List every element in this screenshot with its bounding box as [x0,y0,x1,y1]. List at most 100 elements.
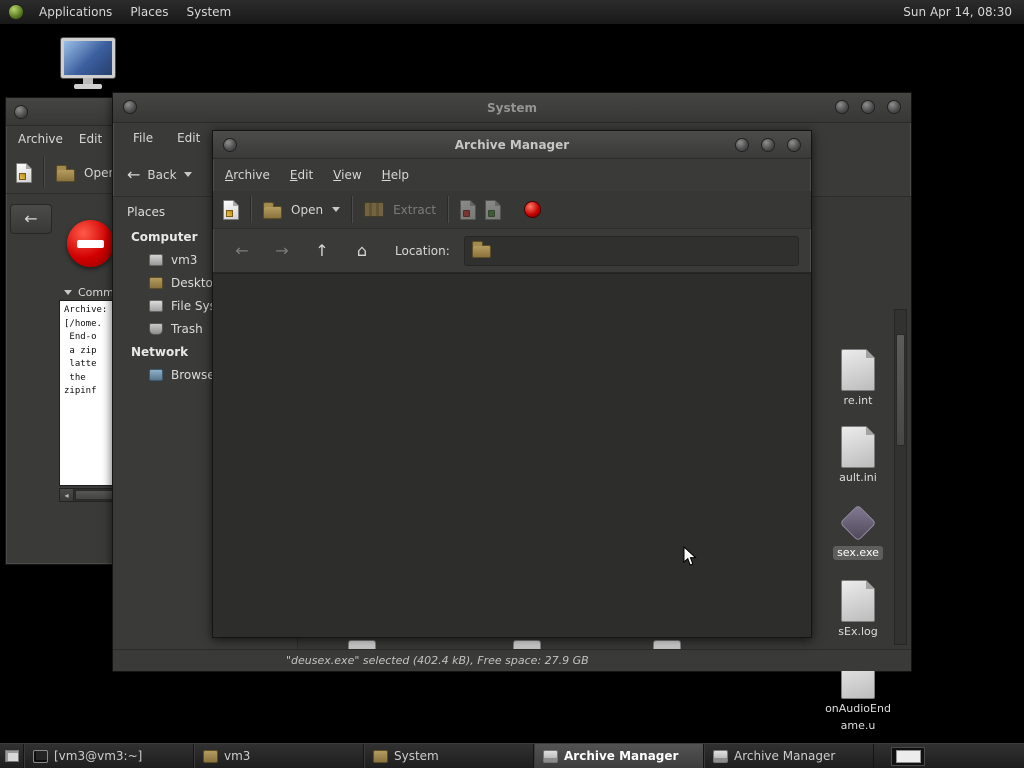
mouse-cursor [683,545,697,570]
partial-file-icon [513,640,541,649]
archive-manager-window: Archive Manager Archive Edit View Help O… [212,130,812,638]
location-bar: ← → ↑ ⌂ Location: [213,229,811,273]
open-button-label[interactable]: Open [291,203,323,217]
drive-icon [149,299,163,312]
add-folder-icon[interactable] [485,199,502,220]
menu-archive[interactable]: Archive [225,168,270,182]
file-item[interactable]: sEx.log [810,578,906,655]
menu-view[interactable]: View [333,168,361,182]
group-label: Network [131,344,189,359]
show-desktop-button[interactable] [0,744,24,768]
partial-file-icon [653,640,681,649]
window-title: Archive Manager [454,137,570,152]
sidebar-item-label: vm3 [171,252,198,267]
taskbar-item-archive-manager-active[interactable]: Archive Manager [534,744,704,768]
folder-icon [373,749,388,763]
new-archive-icon[interactable] [16,162,32,183]
top-panel: Applications Places System Sun Apr 14, 0… [0,0,1024,25]
archive-file-list-area[interactable] [213,273,811,637]
archive-manager-icon [543,749,558,763]
taskbar-item-terminal[interactable]: [vm3@vm3:~] [24,744,194,768]
back-nav-button[interactable]: ← [10,204,52,234]
menu-edit[interactable]: Edit [290,168,313,182]
forward-button[interactable]: → [265,236,299,266]
menu-edit[interactable]: Edit [79,132,102,146]
new-archive-icon[interactable] [223,199,239,220]
scroll-left-icon[interactable]: ◂ [60,489,74,501]
file-name: sEx.log [838,625,878,638]
add-files-icon[interactable] [460,199,477,220]
terminal-icon [33,749,48,763]
open-recent-caret-icon[interactable] [332,207,341,212]
error-stop-icon [67,220,114,267]
close-button[interactable] [787,138,801,152]
command-output-expander[interactable]: Comm [64,286,114,299]
menu-system[interactable]: System [177,0,240,25]
document-icon [841,426,875,468]
monitor-base [74,84,102,89]
vertical-scrollbar[interactable] [894,309,907,645]
back-button[interactable]: ← Back [123,164,196,184]
menu-places[interactable]: Places [121,0,177,25]
clock[interactable]: Sun Apr 14, 08:30 [903,5,1024,19]
home-button[interactable]: ⌂ [345,236,379,266]
window-menu-button[interactable] [14,105,28,119]
menu-help[interactable]: Help [382,168,409,182]
titlebar[interactable]: Archive Manager [213,131,811,159]
menu-archive[interactable]: Archive [18,132,63,146]
separator [43,157,45,188]
trash-icon [149,322,163,335]
menu-applications[interactable]: Applications [30,0,121,25]
computer-desktop-icon[interactable] [58,38,118,89]
disk-icon [149,253,163,266]
current-folder-icon [471,241,491,258]
stop-icon[interactable] [524,201,542,218]
folder-icon [149,276,163,289]
window-menu-button[interactable] [223,138,237,152]
file-item-selected[interactable]: sex.exe [810,501,906,578]
folder-icon [203,749,218,763]
minimize-button[interactable] [835,100,849,114]
open-folder-icon[interactable] [56,164,75,182]
minimize-button[interactable] [735,138,749,152]
taskbar-item-label: Archive Manager [564,749,679,763]
menubar: Archive Edit View Help [213,159,811,191]
location-entry[interactable] [463,235,799,266]
workspace-switcher[interactable] [891,746,925,766]
taskbar-item-system[interactable]: System [364,744,534,768]
menu-edit[interactable]: Edit [177,131,200,145]
sidebar-item-label: Browse [171,367,215,382]
group-label: Computer [131,229,198,244]
taskbar-item-archive-manager[interactable]: Archive Manager [704,744,874,768]
file-name-line2: ame.u [840,719,876,732]
extract-button-label[interactable]: Extract [393,203,436,217]
close-button[interactable] [887,100,901,114]
taskbar-item-vm3[interactable]: vm3 [194,744,364,768]
status-text: "deusex.exe" selected (402.4 kB), Free s… [286,654,589,667]
back-history-caret-icon[interactable] [183,172,192,177]
document-icon [841,580,875,622]
taskbar-item-label: Archive Manager [734,749,836,763]
file-item[interactable]: ault.ini [810,424,906,501]
expander-label: Comm [78,286,114,299]
back-arrow-icon: ← [235,240,249,260]
titlebar[interactable]: System [113,93,911,123]
back-arrow-icon: ← [127,164,141,184]
file-name: onAudioEnd [825,702,891,715]
extract-icon[interactable] [364,202,385,217]
up-button[interactable]: ↑ [305,236,339,266]
location-label: Location: [395,243,450,258]
maximize-button[interactable] [861,100,875,114]
file-item[interactable]: re.int [810,347,906,424]
maximize-button[interactable] [761,138,775,152]
scrollbar-thumb[interactable] [896,334,905,446]
taskbar-item-label: System [394,749,439,763]
open-folder-icon[interactable] [263,201,282,219]
distro-logo-icon[interactable] [8,4,24,20]
window-menu-button[interactable] [123,100,137,114]
monitor-icon [61,38,115,78]
back-button[interactable]: ← [225,236,259,266]
menu-file[interactable]: File [133,131,153,145]
file-name: sex.exe [833,546,883,560]
archive-manager-icon [713,749,728,763]
